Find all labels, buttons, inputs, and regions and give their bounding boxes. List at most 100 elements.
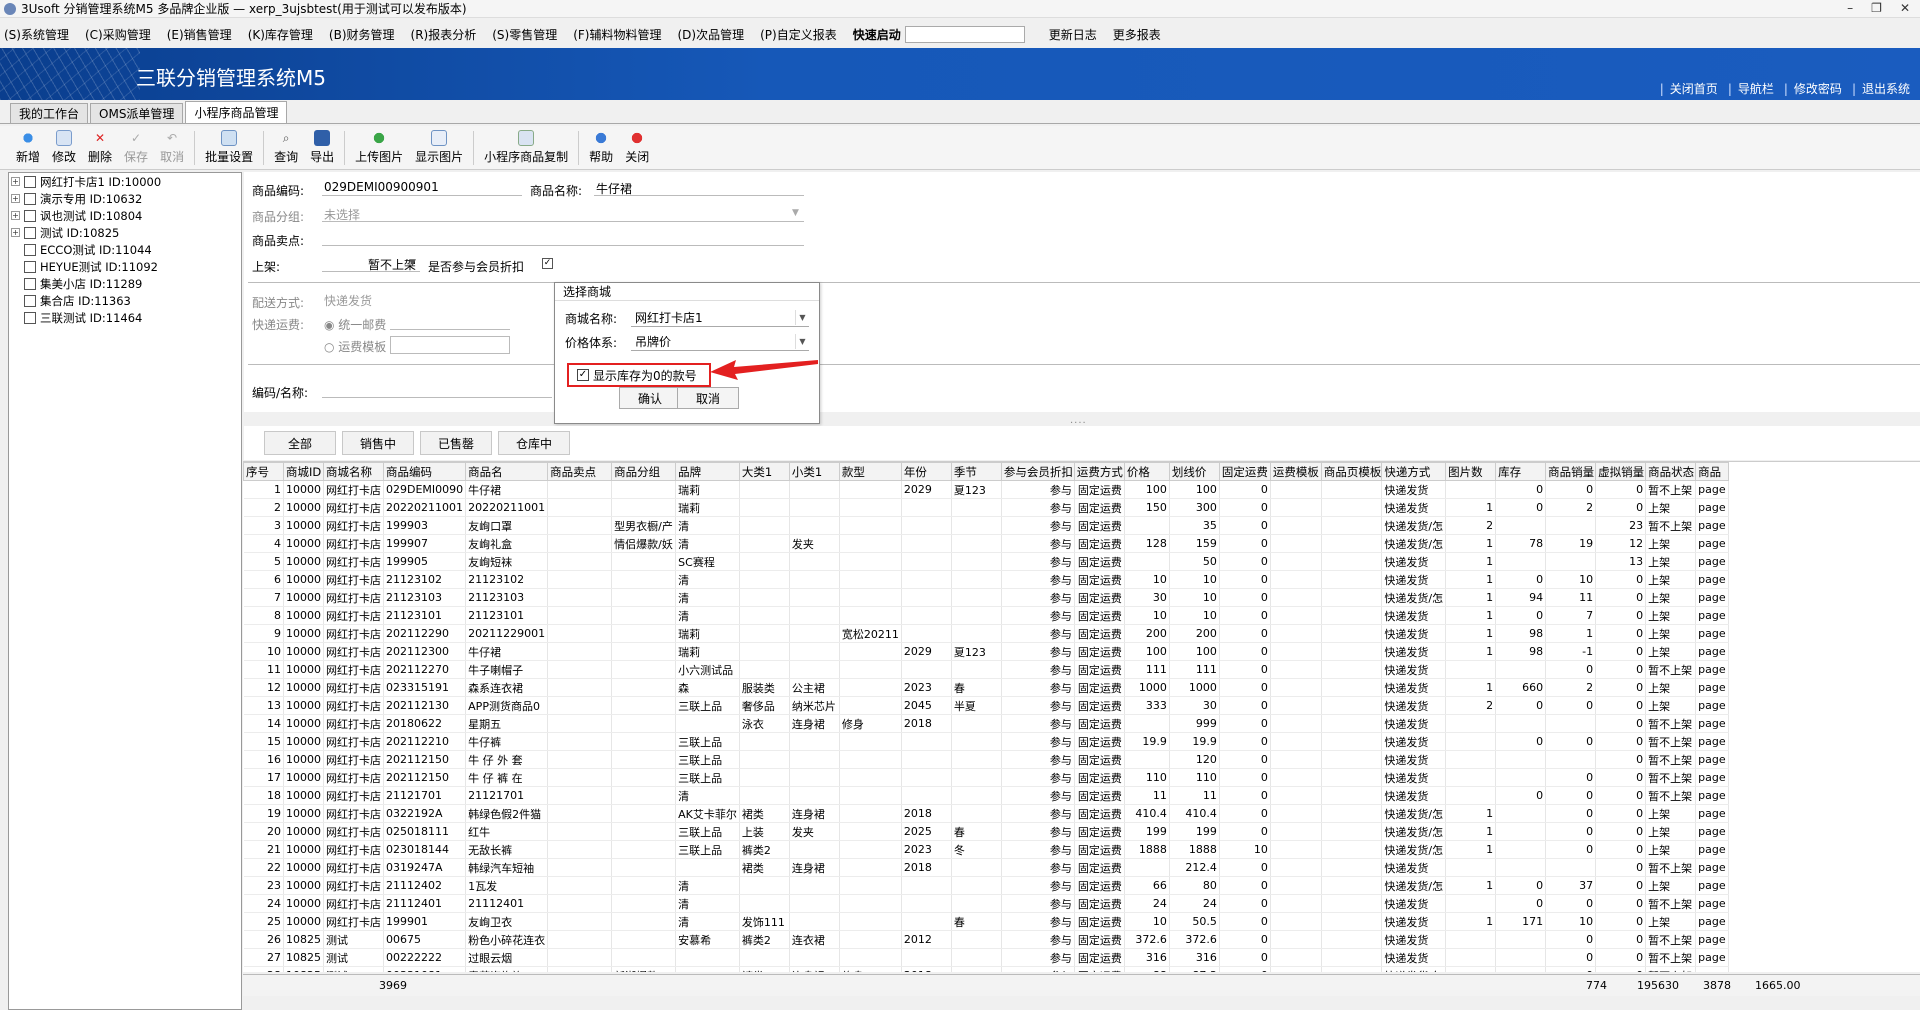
show-image-button[interactable]: 显示图片 (409, 130, 469, 165)
freight-radio-template[interactable]: ○ 运费模板 (324, 338, 386, 355)
close-icon[interactable]: ✕ (1900, 1, 1910, 15)
table-row[interactable]: 25 10000 网红打卡店 199901 友峋卫衣清发饰111 春参与 固定运费 10 50.… (243, 912, 1729, 931)
column-header[interactable]: 商品页模板 (1320, 462, 1383, 481)
link-navbar[interactable]: 导航栏 (1728, 80, 1774, 97)
quick-launch-input[interactable] (904, 25, 1025, 43)
tree-node[interactable]: 三联测试 ID:11464 (9, 309, 241, 326)
table-row[interactable]: 17 10000 网红打卡店 202112150 牛 仔 裤 在三联上品 参与 固定运费 11… (243, 768, 1729, 787)
filter-sold-out-button[interactable]: 已售罄 (420, 431, 492, 455)
column-header[interactable]: 商城ID (283, 462, 324, 481)
table-row[interactable]: 6 10000 网红打卡店 21123102 21123102 清参与 固定运费 10 10 0 快… (243, 570, 1729, 589)
cancel-button[interactable]: 取消 (677, 387, 739, 409)
column-header[interactable]: 序号 (243, 462, 284, 481)
price-system-select[interactable]: 吊牌价 ▼ (631, 333, 809, 351)
table-row[interactable]: 5 10000 网红打卡店 199905 友峋短袜 SC赛程 参与 固定运费 50 0 快递发货 1 1… (243, 552, 1729, 571)
save-button[interactable]: ✓ 保存 (118, 130, 154, 165)
column-header[interactable]: 季节 (950, 462, 1002, 481)
new-button[interactable]: 新增 (10, 130, 46, 165)
table-row[interactable]: 23 10000 网红打卡店 21112402 1瓦发清参与 固定运费 66 80 0 快递发货/… (243, 876, 1729, 895)
code-field[interactable]: 029DEMI00900901 (322, 180, 522, 196)
column-header[interactable]: 图片数 (1445, 462, 1497, 481)
selling-field[interactable] (322, 230, 804, 246)
table-row[interactable]: 2810825测试00331081青花瓷旗袍 新潮爆款 裤类2连身裙修身2018 参与… (243, 966, 1729, 972)
link-exit[interactable]: 退出系统 (1852, 80, 1910, 97)
group-select[interactable]: 未选择 (322, 206, 804, 222)
table-row[interactable]: 4 10000 网红打卡店 199907 友峋礼盒 情侣爆款/妖清发夹 参与 固定运费 128 1… (243, 534, 1729, 553)
table-row[interactable]: 11 10000 网红打卡店 202112270 牛子喇帽子 小六测试品 参与 固定运费 111… (243, 660, 1729, 679)
table-row[interactable]: 10 10000 网红打卡店 202112300 牛仔裙 瑞莉 2029 夏123 参与 固定运费… (243, 642, 1729, 661)
tree-node[interactable]: ECCO测试 ID:11044 (9, 241, 241, 258)
mall-name-select[interactable]: 网红打卡店1 ▼ (631, 309, 809, 327)
tree-checkbox[interactable] (24, 277, 36, 290)
chevron-down-icon[interactable]: ▼ (792, 208, 799, 218)
table-row[interactable]: 24 10000 网红打卡店 21112401 21112401 清参与 固定运费 24 24 0… (243, 894, 1729, 913)
filter-on-sale-button[interactable]: 销售中 (342, 431, 414, 455)
tree-node[interactable]: 集合店 ID:11363 (9, 292, 241, 309)
table-row[interactable]: 20 10000 网红打卡店 025018111 红牛 三联上品 上装 发夹 2025 春参与 固定… (243, 822, 1729, 841)
link-close-home[interactable]: 关闭首页 (1660, 80, 1718, 97)
tab-oms[interactable]: OMS派单管理 (90, 103, 184, 123)
upload-image-button[interactable]: 上传图片 (349, 130, 409, 165)
table-row[interactable]: 9 10000 网红打卡店 202112290 20211229001 瑞莉 宽松20211… (243, 624, 1729, 643)
cancel-button[interactable]: ↶ 取消 (154, 130, 190, 165)
table-row[interactable]: 16 10000 网红打卡店 202112150 牛 仔 外 套 三联上品 参与 固定运费 12… (243, 750, 1729, 769)
freight-radio-uniform[interactable]: ◉ 统一邮费 (324, 316, 386, 333)
expand-icon[interactable]: + (11, 194, 20, 203)
column-header[interactable]: 商品名 (465, 462, 549, 481)
table-row[interactable]: 26 10825 测试 00675 粉色小碎花连衣 安慕希 裤类2 连衣裙 2012 参与 固定运费… (243, 930, 1729, 949)
tree-checkbox[interactable] (24, 294, 36, 307)
onshelf-select[interactable]: 暂不上架 (322, 256, 420, 272)
table-row[interactable]: 3 10000 网红打卡店 199903 友峋口罩 型男衣橱/产清 参与 固定运费 35 0 快递发… (243, 516, 1729, 535)
menu-system[interactable]: (S)系统管理 (4, 26, 69, 43)
table-row[interactable]: 19 10000 网红打卡店 0322192A 韩绿色假2件猫 AK艾卡菲尔 裙类 连身裙 20… (243, 804, 1729, 823)
tab-workbench[interactable]: 我的工作台 (10, 103, 89, 123)
tree-checkbox[interactable] (24, 260, 36, 273)
menu-defects[interactable]: (D)次品管理 (678, 26, 745, 43)
query-button[interactable]: ⌕ 查询 (268, 130, 304, 165)
tree-node[interactable]: HEYUE测试 ID:11092 (9, 258, 241, 275)
column-header[interactable]: 商品卖点 (547, 462, 613, 481)
delete-button[interactable]: ✕ 删除 (82, 130, 118, 165)
column-header[interactable]: 划线价 (1168, 462, 1220, 481)
column-header[interactable]: 商品编码 (382, 462, 467, 481)
menu-custom-reports[interactable]: (P)自定义报表 (760, 26, 837, 43)
uniform-freight-input[interactable] (390, 314, 510, 330)
table-row[interactable]: 7 10000 网红打卡店 21123103 21123103 清参与 固定运费 30 10 0 快… (243, 588, 1729, 607)
menu-purchase[interactable]: (C)采购管理 (85, 26, 151, 43)
tree-node[interactable]: + 网红打卡店1 ID:10000 (9, 173, 241, 190)
batch-settings-button[interactable]: 批量设置 (199, 130, 259, 165)
help-button[interactable]: 帮助 (583, 130, 619, 165)
column-header[interactable]: 固定运费 (1218, 462, 1271, 481)
filter-warehouse-button[interactable]: 仓库中 (498, 431, 570, 455)
column-header[interactable]: 虚拟销量 (1595, 462, 1647, 481)
column-header[interactable]: 商品状态 (1645, 462, 1697, 481)
table-row[interactable]: 27 10825 测试 00222222 过眼云烟 参与 固定运费 316 316 0 快递发货 0 0… (243, 948, 1729, 967)
tree-checkbox[interactable] (24, 192, 36, 205)
tree-checkbox[interactable] (24, 175, 36, 188)
table-row[interactable]: 1 10000 网红打卡店 029DEMI0090 牛仔裙 瑞莉 2029 夏123 参与 固定运… (243, 480, 1729, 499)
minimize-icon[interactable]: – (1847, 1, 1853, 15)
tree-node[interactable]: 集美小店 ID:11289 (9, 275, 241, 292)
table-row[interactable]: 12 10000 网红打卡店 023315191 森系连衣裙森服装类 公主裙 2023 春参与… (243, 678, 1729, 697)
menu-retail[interactable]: (S)零售管理 (492, 26, 557, 43)
table-row[interactable]: 8 10000 网红打卡店 21123101 21123101 清参与 固定运费 10 10 0 快… (243, 606, 1729, 625)
column-header[interactable]: 年份 (900, 462, 952, 481)
name-field[interactable]: 牛仔裙 (594, 180, 804, 196)
menu-inventory[interactable]: (K)库存管理 (248, 26, 313, 43)
tree-node[interactable]: + 测试 ID:10825 (9, 224, 241, 241)
copy-goods-button[interactable]: 小程序商品复制 (478, 130, 574, 165)
expand-icon[interactable]: + (11, 177, 20, 186)
column-header[interactable]: 商品 (1695, 462, 1729, 481)
column-header[interactable]: 商品销量 (1545, 462, 1597, 481)
column-header[interactable]: 价格 (1123, 462, 1170, 481)
search-input[interactable] (322, 382, 552, 398)
column-header[interactable]: 商城名称 (323, 462, 384, 481)
menu-update-log[interactable]: 更新日志 (1049, 26, 1097, 43)
menu-materials[interactable]: (F)辅料物料管理 (573, 26, 661, 43)
tree-checkbox[interactable] (24, 243, 36, 256)
show-zero-stock-checkbox[interactable]: ✓ 显示库存为0的款号 (567, 363, 711, 387)
column-header[interactable]: 大类1 (738, 462, 790, 481)
confirm-button[interactable]: 确认 (619, 387, 681, 409)
menu-finance[interactable]: (B)财务管理 (329, 26, 395, 43)
column-header[interactable]: 商品分组 (611, 462, 677, 481)
